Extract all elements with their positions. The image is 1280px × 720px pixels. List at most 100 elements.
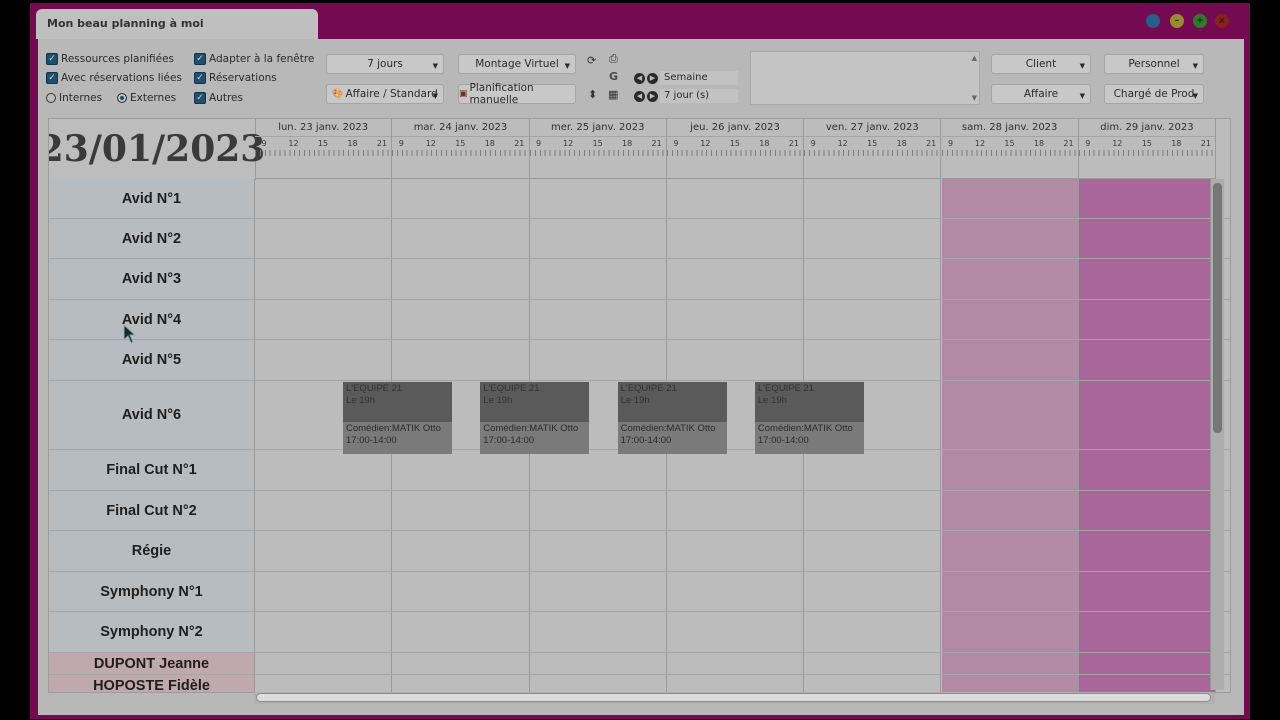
radio-icon xyxy=(46,93,56,103)
resource-label[interactable]: Avid N°3 xyxy=(49,259,255,300)
hour-tick-label: 21 xyxy=(788,139,799,148)
resource-row[interactable] xyxy=(255,340,1230,381)
hour-tick-label: 18 xyxy=(1171,139,1182,148)
checkbox-label: Avec réservations liées xyxy=(61,72,182,84)
horizontal-scroll-thumb[interactable] xyxy=(256,693,1211,702)
hour-tick-label: 15 xyxy=(867,139,878,148)
event-subtitle: Le 19h xyxy=(620,395,650,406)
event-details: Comédien:MATIK Otto 17:00-14:00 xyxy=(480,422,590,454)
resource-row[interactable] xyxy=(255,259,1230,300)
resource-label[interactable]: Avid N°6 xyxy=(49,381,255,450)
hour-tick-label: 15 xyxy=(729,139,740,148)
resource-row[interactable] xyxy=(255,572,1230,612)
hour-tick-label: 15 xyxy=(1004,139,1015,148)
externes-radio[interactable]: Externes xyxy=(117,92,176,104)
resource-row[interactable] xyxy=(255,653,1230,675)
resource-label[interactable]: Avid N°2 xyxy=(49,219,255,259)
hour-tick-label: 9 xyxy=(398,139,404,148)
scroll-up-icon[interactable]: ▲ xyxy=(972,54,977,62)
event-subtitle: Le 19h xyxy=(346,395,376,406)
info-icon[interactable] xyxy=(1146,14,1160,28)
charge-prod-dropdown[interactable]: Chargé de Prod ▼ xyxy=(1104,84,1204,104)
tick-marks xyxy=(529,150,666,156)
maximize-icon[interactable]: + xyxy=(1193,14,1207,28)
next-week-icon[interactable]: ▶ xyxy=(647,72,658,84)
montage-dropdown[interactable]: Montage Virtuel ▼ xyxy=(458,54,576,74)
resource-label[interactable]: Symphony N°2 xyxy=(49,612,255,653)
close-icon[interactable]: × xyxy=(1215,14,1229,28)
resource-label[interactable]: Final Cut N°1 xyxy=(49,450,255,491)
previous-week-icon[interactable]: ◀ xyxy=(634,72,645,84)
event-header: L'EQUIPE 21 Le 19h xyxy=(618,382,727,422)
event-time: 17:00-14:00 xyxy=(483,435,535,446)
next-days-icon[interactable]: ▶ xyxy=(647,90,658,102)
scroll-down-icon[interactable]: ▼ xyxy=(972,94,977,102)
resource-row[interactable] xyxy=(255,612,1230,653)
affaire-standard-value: Affaire / Standard xyxy=(345,88,438,100)
resource-label[interactable]: Avid N°5 xyxy=(49,340,255,381)
day-label: lun. 23 janv. 2023 xyxy=(255,119,392,137)
resource-row[interactable] xyxy=(255,219,1230,259)
previous-days-icon[interactable]: ◀ xyxy=(634,90,645,102)
booking-event[interactable]: L'EQUIPE 21 Le 19h Comédien:MATIK Otto 17:0… xyxy=(343,382,452,454)
window-title: Mon beau planning à moi xyxy=(36,9,318,39)
mouse-cursor-icon xyxy=(123,324,137,344)
adapter-fenetre-checkbox[interactable]: ✓ Adapter à la fenêtre xyxy=(194,53,314,65)
resource-row[interactable] xyxy=(255,675,1230,692)
event-details: Comédien:MATIK Otto 17:00-14:00 xyxy=(754,422,864,454)
resource-label[interactable]: Régie xyxy=(49,531,255,572)
affaire-standard-dropdown[interactable]: 🎨 Affaire / Standard ▼ xyxy=(326,84,444,104)
reservations-liees-checkbox[interactable]: ✓ Avec réservations liées xyxy=(46,72,182,84)
booking-event[interactable]: L'EQUIPE 21 Le 19h Comédien:MATIK Otto 17:0… xyxy=(617,382,727,454)
personnel-dropdown[interactable]: Personnel ▼ xyxy=(1104,54,1204,74)
chevron-down-icon: ▼ xyxy=(564,62,570,70)
checkbox-icon: ✓ xyxy=(194,72,206,84)
booking-event[interactable]: L'EQUIPE 21 Le 19h Comédien:MATIK Otto 17:0… xyxy=(754,382,864,454)
ressources-planifiees-checkbox[interactable]: ✓ Ressources planifiées xyxy=(46,53,174,65)
planification-dropdown[interactable]: ▣ Planification manuelle xyxy=(458,82,576,106)
chevron-down-icon: ▼ xyxy=(1192,92,1198,100)
checkbox-icon: ✓ xyxy=(194,92,206,104)
resource-label[interactable]: Final Cut N°2 xyxy=(49,491,255,531)
day-header: dim. 29 janv. 2023 9 12 15 18 21 xyxy=(1078,119,1217,179)
affaire-dropdown[interactable]: Affaire ▼ xyxy=(991,84,1091,104)
calendar-icon[interactable]: ▦ xyxy=(608,88,618,101)
resource-row[interactable] xyxy=(255,450,1230,491)
event-subtitle: Le 19h xyxy=(757,395,787,406)
sort-icon[interactable]: ⬍ xyxy=(588,88,597,101)
internes-radio[interactable]: Internes xyxy=(46,92,102,104)
hour-tick-label: 15 xyxy=(317,139,329,148)
tick-marks xyxy=(666,150,804,156)
window-frame: Mon beau planning à moi – + × ✓ Ressource… xyxy=(30,3,1250,719)
resource-row[interactable] xyxy=(255,179,1230,219)
notes-textarea[interactable]: ▲ ▼ xyxy=(750,51,980,105)
resource-label[interactable]: Symphony N°1 xyxy=(49,572,255,612)
horizontal-scrollbar[interactable] xyxy=(254,692,1215,704)
resource-row[interactable] xyxy=(255,531,1230,572)
day-label: mer. 25 janv. 2023 xyxy=(529,119,666,137)
period-dropdown[interactable]: 7 jours ▼ xyxy=(326,54,444,74)
resource-label[interactable]: Avid N°1 xyxy=(49,179,255,219)
chevron-down-icon: ▼ xyxy=(1192,62,1198,70)
resource-label[interactable]: HOPOSTE Fidèle xyxy=(49,675,255,692)
vertical-scroll-thumb[interactable] xyxy=(1213,183,1222,433)
resource-label[interactable]: Avid N°4 xyxy=(49,300,255,340)
client-dropdown[interactable]: Client ▼ xyxy=(991,54,1091,74)
event-subtitle: Le 19h xyxy=(483,395,513,406)
autres-checkbox[interactable]: ✓ Autres xyxy=(194,92,243,104)
booking-event[interactable]: L'EQUIPE 21 Le 19h Comédien:MATIK Otto 17:0… xyxy=(480,382,590,454)
week-nav-label: Semaine xyxy=(660,71,738,85)
event-person: Comédien:MATIK Otto xyxy=(483,423,579,434)
minimize-icon[interactable]: – xyxy=(1170,14,1184,28)
day-header: mer. 25 janv. 2023 9 12 15 18 21 xyxy=(529,119,667,179)
print-icon[interactable]: ⎙ xyxy=(609,52,618,66)
google-icon[interactable]: G xyxy=(609,70,618,83)
hour-ticks: 9 12 15 18 21 xyxy=(1079,137,1215,151)
resource-row[interactable] xyxy=(255,300,1230,340)
tick-marks xyxy=(255,150,392,156)
resource-row[interactable] xyxy=(255,491,1230,531)
resource-label[interactable]: DUPONT Jeanne xyxy=(49,653,255,675)
refresh-icon[interactable]: ⟳ xyxy=(587,54,596,67)
vertical-scrollbar[interactable] xyxy=(1210,179,1224,690)
reservations-checkbox[interactable]: ✓ Réservations xyxy=(194,72,277,84)
